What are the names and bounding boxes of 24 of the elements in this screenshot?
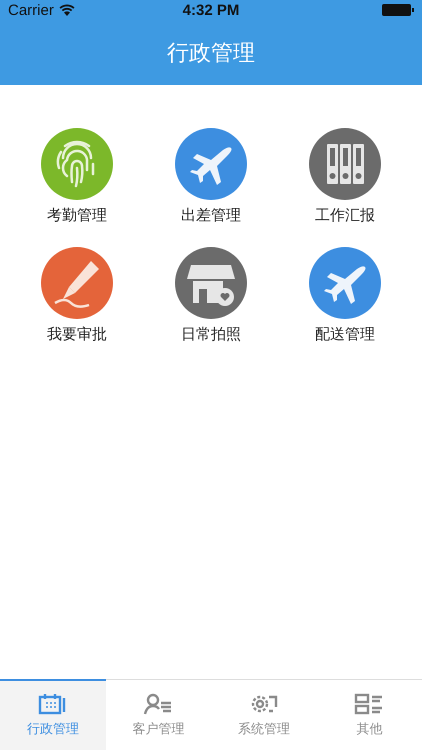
calendar-icon xyxy=(38,693,68,715)
tab[interactable]: 客户管理 xyxy=(106,679,211,750)
binders-icon[interactable] xyxy=(309,128,381,200)
module-label: 我要审批 xyxy=(47,325,107,344)
fountain-pen-icon[interactable] xyxy=(41,247,113,319)
tab[interactable]: 行政管理 xyxy=(0,679,106,750)
tab[interactable]: 其他 xyxy=(316,679,422,750)
list-icon xyxy=(354,693,384,715)
airplane-icon[interactable] xyxy=(175,128,247,200)
module-label: 配送管理 xyxy=(315,325,375,344)
shop-icon[interactable] xyxy=(175,247,247,319)
airplane-icon[interactable] xyxy=(309,247,381,319)
status-time: 4:32 PM xyxy=(182,2,240,18)
tab[interactable]: 系统管理 xyxy=(211,679,316,750)
module-label: 出差管理 xyxy=(181,206,241,225)
page-title: 行政管理 xyxy=(166,40,256,68)
module-label: 考勤管理 xyxy=(47,206,107,225)
module-label: 日常拍照 xyxy=(181,325,241,344)
module-label: 工作汇报 xyxy=(315,206,375,225)
fingerprint-icon[interactable] xyxy=(41,128,113,200)
carrier-name: Carrier xyxy=(8,2,54,18)
wifi-icon xyxy=(58,4,75,16)
contacts-icon xyxy=(143,693,174,715)
battery-icon xyxy=(382,4,414,16)
